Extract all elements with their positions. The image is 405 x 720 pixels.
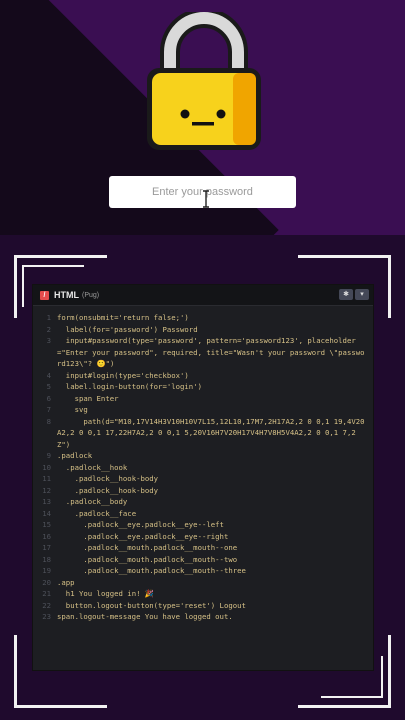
line-number: 13 xyxy=(42,497,51,506)
code-line: 4 input#login(type='checkbox') xyxy=(33,370,373,382)
line-number: 7 xyxy=(46,405,51,414)
code-line: 10 .padlock__hook xyxy=(33,462,373,474)
code-text: .padlock xyxy=(57,451,93,460)
line-number: 19 xyxy=(42,566,51,575)
settings-button[interactable]: ✱ xyxy=(339,289,353,300)
code-line: 15 .padlock__eye.padlock__eye--left xyxy=(33,519,373,531)
line-number: 6 xyxy=(46,393,51,403)
line-number: 3 xyxy=(46,336,51,345)
code-text: h1 You logged in! 🎉 xyxy=(57,589,154,598)
code-text: span.logout-message You have logged out. xyxy=(57,612,233,621)
code-line: 12 .padlock__hook-body xyxy=(33,485,373,497)
code-line: 2 label(for='password') Password xyxy=(33,324,373,336)
code-editor: / HTML (Pug) ✱ ▾ 1 form(onsubmit='return … xyxy=(33,285,373,670)
code-text: path(d="M10,17V14H3V10H10V7L15,12L10,17M… xyxy=(57,416,365,449)
code-line: 19 .padlock__mouth.padlock__mouth--three xyxy=(33,565,373,577)
code-line: 1 form(onsubmit='return false;') xyxy=(33,312,373,324)
code-text: form(onsubmit='return false;') xyxy=(57,313,189,322)
line-number: 22 xyxy=(42,600,51,610)
code-text: .app xyxy=(57,577,75,587)
code-line: 8 path(d="M10,17V14H3V10H10V7L15,12L10,1… xyxy=(33,416,373,451)
line-number: 18 xyxy=(42,554,51,564)
line-number: 2 xyxy=(46,324,51,334)
line-number: 20 xyxy=(42,577,51,587)
line-number: 17 xyxy=(42,543,51,552)
chevron-down-icon: ▾ xyxy=(360,291,364,298)
tab-label: HTML xyxy=(54,290,79,300)
code-text: label.login-button(for='login') xyxy=(57,382,202,391)
line-number: 5 xyxy=(46,382,51,391)
editor-header: / HTML (Pug) ✱ ▾ xyxy=(33,285,373,306)
code-text: .padlock__body xyxy=(57,497,128,506)
line-number: 16 xyxy=(42,531,51,541)
code-line: 21 h1 You logged in! 🎉 xyxy=(33,588,373,600)
code-body[interactable]: 1 form(onsubmit='return false;') 2 label(f… xyxy=(33,306,373,623)
code-line: 22 button.logout-button(type='reset') Lo… xyxy=(33,600,373,612)
line-number: 4 xyxy=(46,370,51,380)
line-number: 1 xyxy=(46,313,51,322)
code-text: .padlock__hook-body xyxy=(57,485,159,495)
line-number: 8 xyxy=(46,416,51,426)
gear-icon: ✱ xyxy=(343,291,349,298)
code-line: 5 label.login-button(for='login') xyxy=(33,381,373,393)
code-line: 3 input#password(type='password', patter… xyxy=(33,335,373,370)
line-number: 9 xyxy=(46,451,51,460)
collapse-button[interactable]: ▾ xyxy=(355,289,369,300)
code-text: .padlock__face xyxy=(57,508,137,518)
text-cursor-icon xyxy=(203,190,209,208)
code-text: .padlock__eye.padlock__eye--left xyxy=(57,520,224,529)
code-line: 11 .padlock__hook-body xyxy=(33,473,373,485)
code-text: .padlock__hook-body xyxy=(57,474,159,483)
line-number: 10 xyxy=(42,462,51,472)
code-text: input#password(type='password', pattern=… xyxy=(57,336,365,368)
line-number: 23 xyxy=(42,612,51,621)
line-number: 14 xyxy=(42,508,51,518)
code-line: 14 .padlock__face xyxy=(33,508,373,520)
line-number: 11 xyxy=(42,474,51,483)
code-text: .padlock__hook xyxy=(57,462,128,472)
code-text: svg xyxy=(57,405,88,414)
line-number: 21 xyxy=(42,589,51,598)
padlock-icon xyxy=(147,12,261,150)
code-line: 20 .app xyxy=(33,577,373,589)
line-number: 12 xyxy=(42,485,51,495)
code-line: 9 .padlock xyxy=(33,450,373,462)
code-text: .padlock__mouth.padlock__mouth--three xyxy=(57,566,246,575)
code-line: 7 svg xyxy=(33,404,373,416)
line-number: 15 xyxy=(42,520,51,529)
code-text: .padlock__mouth.padlock__mouth--two xyxy=(57,554,238,564)
tab-preprocessor: (Pug) xyxy=(82,291,100,299)
code-line: 16 .padlock__eye.padlock__eye--right xyxy=(33,531,373,543)
code-line: 17 .padlock__mouth.padlock__mouth--one xyxy=(33,542,373,554)
code-text: button.logout-button(type='reset') Logou… xyxy=(57,600,246,610)
code-text: .padlock__eye.padlock__eye--right xyxy=(57,531,229,541)
code-text: span Enter xyxy=(57,393,119,403)
html-icon: / xyxy=(40,290,49,300)
code-line: 13 .padlock__body xyxy=(33,496,373,508)
code-line: 23 span.logout-message You have logged ou… xyxy=(33,611,373,623)
code-text: label(for='password') Password xyxy=(57,324,198,334)
code-text: input#login(type='checkbox') xyxy=(57,370,189,380)
code-line: 18 .padlock__mouth.padlock__mouth--two xyxy=(33,554,373,566)
code-text: .padlock__mouth.padlock__mouth--one xyxy=(57,543,238,552)
login-preview xyxy=(0,0,405,235)
code-line: 6 span Enter xyxy=(33,393,373,405)
tab-html[interactable]: / HTML (Pug) xyxy=(33,290,99,300)
